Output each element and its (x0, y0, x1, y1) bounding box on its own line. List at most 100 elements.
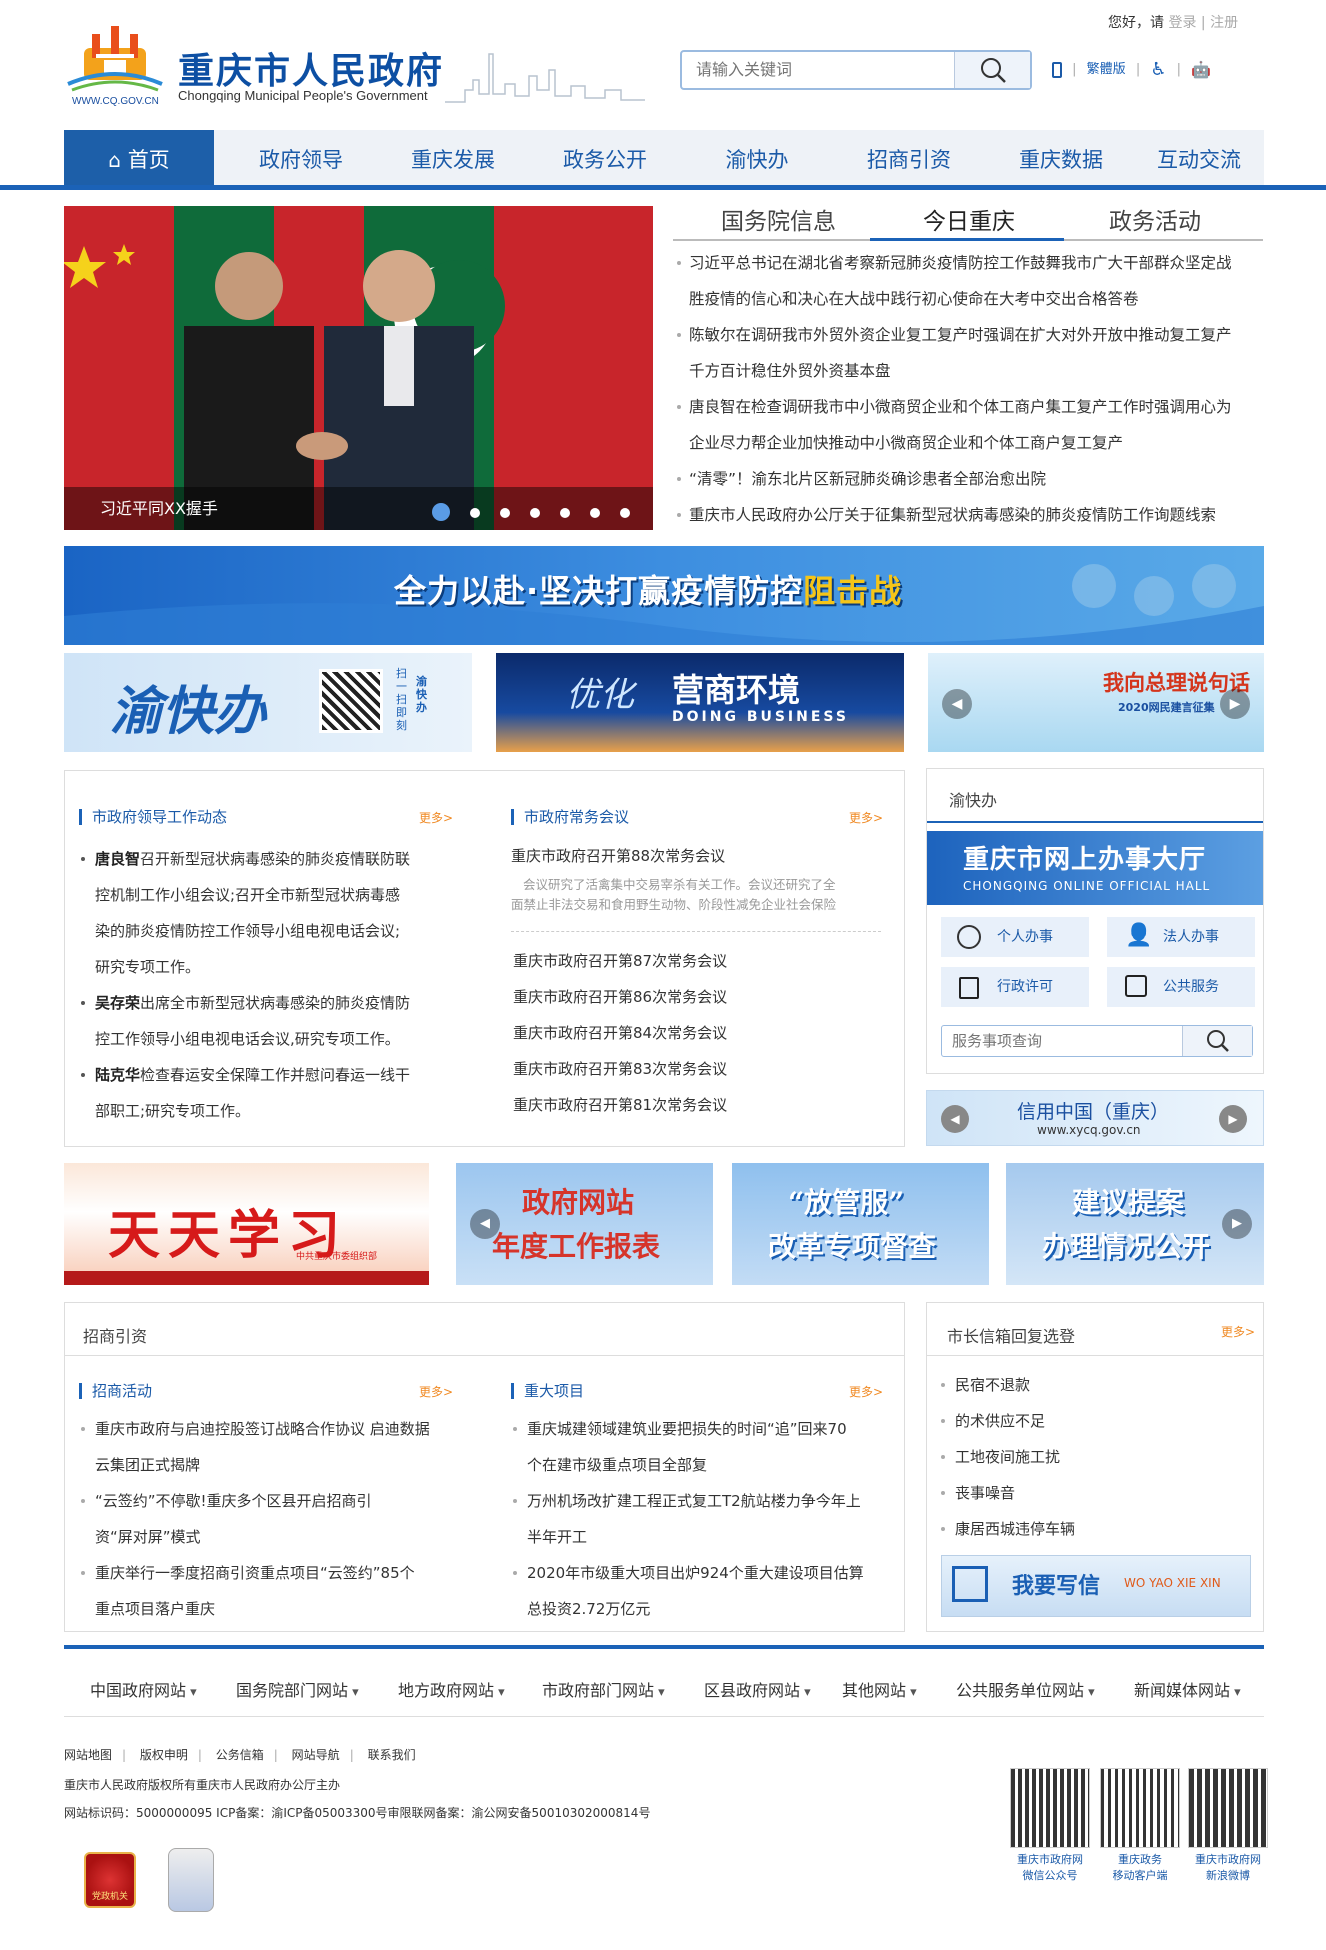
online-hall-banner[interactable]: 重庆市网上办事大厅 CHONGQING ONLINE OFFICIAL HALL (927, 831, 1263, 905)
activity-item[interactable]: “云签约”不停歇!重庆多个区县开启招商引 (79, 1483, 449, 1519)
footer-link-copyright[interactable]: 版权申明 (140, 1748, 188, 1762)
service-search-input[interactable] (952, 1032, 1172, 1050)
traditional-chinese-link[interactable]: 繁體版 (1087, 62, 1126, 77)
news-item[interactable]: 陈敏尔在调研我市外贸外资企业复工复产时强调在扩大对外开放中推动复工复产 (675, 317, 1265, 353)
administrative-permit-button[interactable]: 行政许可 (941, 967, 1089, 1007)
footer-nav-state-council-depts[interactable]: 国务院部门网站 (236, 1677, 359, 1701)
mobile-icon[interactable] (1052, 61, 1062, 78)
nav-home[interactable]: ⌂ 首页 (64, 130, 214, 186)
activity-item-cont[interactable]: 重点项目落户重庆 (79, 1591, 449, 1627)
footer-nav-other[interactable]: 其他网站 (842, 1677, 917, 1701)
yukuaiban-promo[interactable]: 渝快办 扫一扫即刻 渝快办 (64, 653, 472, 752)
news-item[interactable]: 习近平总书记在湖北省考察新冠肺炎疫情防控工作鼓舞我市广大干部群众坚定战 (675, 245, 1265, 281)
news-photo-slider[interactable] (64, 206, 653, 530)
promo-prev-arrow-icon[interactable]: ◀ (942, 689, 972, 719)
leader-news-cont[interactable]: 研究专项工作。 (79, 949, 439, 985)
footer-nav-district-gov[interactable]: 区县政府网站 (704, 1677, 811, 1701)
meeting-item[interactable]: 重庆市政府召开第84次常务会议 (513, 1015, 883, 1051)
accessibility-icon[interactable]: ♿ (1150, 59, 1166, 80)
news-item[interactable]: “清零”！渝东北片区新冠肺炎确诊患者全部治愈出院 (675, 461, 1265, 497)
footer-link-sitemap[interactable]: 网站地图 (64, 1748, 112, 1762)
proposal-handling-promo[interactable]: 建议提案 办理情况公开 ▶ (1006, 1163, 1264, 1285)
write-letter-button[interactable]: 我要写信 WO YAO XIE XIN (941, 1555, 1251, 1617)
nav-yukuaiban[interactable]: 渝快办 (692, 130, 822, 186)
login-link[interactable]: 登录 (1168, 15, 1196, 31)
news-item-cont[interactable]: 胜疫情的信心和决心在大战中践行初心使命在大考中交出合格答卷 (675, 281, 1265, 317)
personal-service-button[interactable]: 个人办事 (941, 917, 1089, 957)
credit-prev-arrow-icon[interactable]: ◀ (941, 1105, 969, 1133)
leader-news-cont[interactable]: 部职工;研究专项工作。 (79, 1093, 439, 1129)
nav-leaders[interactable]: 政府领导 (236, 130, 366, 186)
nav-investment[interactable]: 招商引资 (844, 130, 974, 186)
news-item[interactable]: 重庆市人民政府办公厅关于征集新型冠状病毒感染的肺炎疫情防工作询题线索 (675, 497, 1265, 533)
slider-dot[interactable] (530, 508, 540, 518)
government-emblem-logo[interactable] (66, 24, 164, 94)
news-item-cont[interactable]: 企业尽力帮企业加快推动中小微商贸企业和个体工商户复工复产 (675, 425, 1265, 461)
activity-item-cont[interactable]: 云集团正式揭牌 (79, 1447, 449, 1483)
mayor-more-link[interactable]: 更多> (1221, 1323, 1255, 1340)
project-item-cont[interactable]: 总投资2.72万亿元 (511, 1591, 891, 1627)
meeting-item[interactable]: 重庆市政府召开第83次常务会议 (513, 1051, 883, 1087)
meeting-item[interactable]: 重庆市政府召开第86次常务会议 (513, 979, 883, 1015)
project-item-cont[interactable]: 个在建市级重点项目全部复 (511, 1447, 891, 1483)
project-item[interactable]: 重庆城建领域建筑业要把损失的时间“追”回来70 (511, 1411, 891, 1447)
tab-state-council[interactable]: 国务院信息 (721, 202, 836, 236)
investment-activities-title[interactable]: 招商活动 (79, 1383, 152, 1399)
footer-link-mailbox[interactable]: 公务信箱 (216, 1748, 264, 1762)
daily-study-promo[interactable]: 天天学习 中共重庆市委组织部 (64, 1163, 429, 1285)
project-item-cont[interactable]: 半年开工 (511, 1519, 891, 1555)
nav-government-affairs[interactable]: 政务公开 (540, 130, 670, 186)
mayor-reply-item[interactable]: 的术供应不足 (939, 1403, 1239, 1439)
slider-dot[interactable] (432, 502, 450, 521)
leader-news-item[interactable]: 唐良智召开新型冠状病毒感染的肺炎疫情联防联 (79, 841, 439, 877)
premier-message-promo[interactable]: 我向总理说句话 2020网民建言征集 ◀ ▶ (928, 653, 1264, 752)
search-button[interactable] (954, 52, 1030, 88)
promo-next-arrow-icon[interactable]: ▶ (1220, 689, 1250, 719)
party-government-badge[interactable]: 党政机关 (84, 1852, 136, 1908)
nav-development[interactable]: 重庆发展 (388, 130, 518, 186)
credit-china-promo[interactable]: ◀ 信用中国（重庆） www.xycq.gov.cn ▶ (926, 1090, 1264, 1146)
legal-entity-service-button[interactable]: 👤 法人办事 (1107, 917, 1255, 957)
leader-news-item[interactable]: 陆克华检查春运安全保障工作并慰问春运一线干 (79, 1057, 439, 1093)
footer-nav-local-gov[interactable]: 地方政府网站 (398, 1677, 505, 1701)
qr-code-weibo[interactable] (1188, 1768, 1268, 1848)
leader-news-cont[interactable]: 染的肺炎疫情防控工作领导小组电视电话会议; (79, 913, 439, 949)
credit-next-arrow-icon[interactable]: ▶ (1219, 1105, 1247, 1133)
leaders-section-title[interactable]: 市政府领导工作动态 (79, 809, 227, 825)
activities-more-link[interactable]: 更多> (419, 1383, 453, 1400)
footer-nav-media[interactable]: 新闻媒体网站 (1134, 1677, 1241, 1701)
qr-code-mobile-app[interactable] (1100, 1768, 1180, 1848)
leader-news-cont[interactable]: 控工作领导小组电视电话会议,研究专项工作。 (79, 1021, 439, 1057)
slider-dot[interactable] (470, 508, 480, 518)
nav-interaction[interactable]: 互动交流 (1134, 130, 1264, 186)
annual-report-promo[interactable]: 政府网站 年度工作报表 ◀ (456, 1163, 713, 1285)
site-title[interactable]: 重庆市人民政府 (178, 42, 444, 94)
footer-nav-municipal-depts[interactable]: 市政府部门网站 (542, 1677, 665, 1701)
news-item[interactable]: 唐良智在检查调研我市中小微商贸企业和个体工商户集工复产工作时强调用心为 (675, 389, 1265, 425)
major-projects-title[interactable]: 重大项目 (511, 1383, 584, 1399)
robot-icon[interactable]: 🤖 (1191, 60, 1211, 79)
leader-news-item[interactable]: 吴存荣出席全市新型冠状病毒感染的肺炎疫情防 (79, 985, 439, 1021)
register-link[interactable]: 注册 (1210, 15, 1238, 31)
slider-dot[interactable] (620, 508, 630, 518)
news-item-cont[interactable]: 千方百计稳住外贸外资基本盘 (675, 353, 1265, 389)
project-item[interactable]: 万州机场改扩建工程正式复工T2航站楼力争今年上 (511, 1483, 891, 1519)
meeting-item[interactable]: 重庆市政府召开第81次常务会议 (513, 1087, 883, 1123)
activity-item[interactable]: 重庆举行一季度招商引资重点项目“云签约”85个 (79, 1555, 449, 1591)
public-service-button[interactable]: 公共服务 (1107, 967, 1255, 1007)
police-badge-icon[interactable] (168, 1848, 214, 1912)
reform-supervision-promo[interactable]: “放管服” 改革专项督查 (732, 1163, 989, 1285)
epidemic-banner[interactable]: 全力以赴·坚决打赢疫情防控阻击战 (64, 546, 1264, 645)
promo-prev-arrow-icon[interactable]: ◀ (470, 1209, 500, 1239)
slider-dot[interactable] (500, 508, 510, 518)
tab-government-activities[interactable]: 政务活动 (1109, 202, 1201, 236)
meetings-more-link[interactable]: 更多> (849, 809, 883, 826)
footer-link-contact[interactable]: 联系我们 (368, 1748, 416, 1762)
mayor-reply-item[interactable]: 康居西城违停车辆 (939, 1511, 1239, 1547)
leader-news-cont[interactable]: 控机制工作小组会议;召开全市新型冠状病毒感 (79, 877, 439, 913)
leaders-more-link[interactable]: 更多> (419, 809, 453, 826)
footer-nav-public-service[interactable]: 公共服务单位网站 (956, 1677, 1095, 1701)
tab-today-chongqing[interactable]: 今日重庆 (923, 202, 1015, 236)
footer-link-navigation[interactable]: 网站导航 (292, 1748, 340, 1762)
slider-dot[interactable] (560, 508, 570, 518)
